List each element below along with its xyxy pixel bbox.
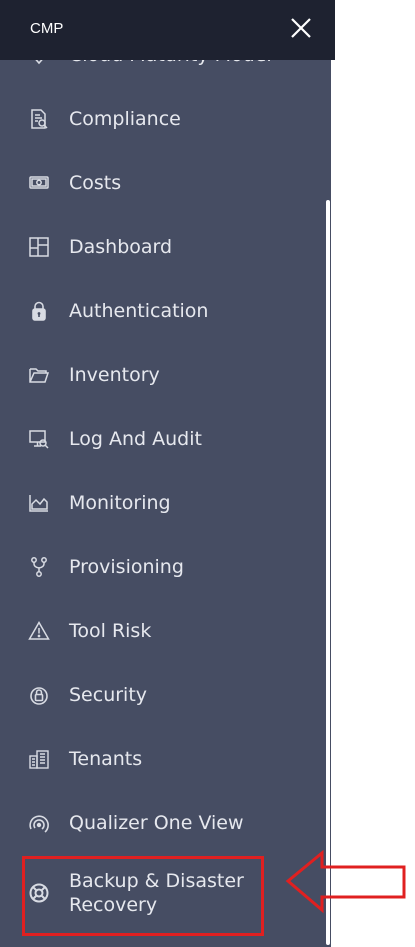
menu-item-log-and-audit[interactable]: Log And Audit <box>0 407 331 471</box>
lifebuoy-icon <box>28 882 50 904</box>
menu-item-label: Security <box>69 684 148 706</box>
fork-icon <box>28 556 50 578</box>
menu-item-label: Authentication <box>69 300 209 322</box>
drawer-header: CMP <box>0 0 331 60</box>
menu-item-label: Costs <box>69 172 122 194</box>
menu-item-label: Backup & Disaster Recovery <box>69 870 244 916</box>
menu-item-compliance[interactable]: Compliance <box>0 87 331 151</box>
menu-item-label: Provisioning <box>69 556 184 578</box>
radar-icon <box>28 812 50 834</box>
menu-item-label: Tool Risk <box>69 620 152 642</box>
menu-item-label: Qualizer One View <box>69 812 244 834</box>
menu-item-authentication[interactable]: Authentication <box>0 279 331 343</box>
menu-item-monitoring[interactable]: Monitoring <box>0 471 331 535</box>
menu-item-backup-disaster-recovery[interactable]: Backup & Disaster Recovery <box>0 855 331 931</box>
warning-icon <box>28 620 50 642</box>
page: Cloud Maturity Model Compliance <box>0 0 415 947</box>
lock-icon <box>28 300 50 322</box>
menu-item-label: Tenants <box>69 748 143 770</box>
costs-icon <box>28 172 50 194</box>
menu-item-label: Inventory <box>69 364 160 386</box>
header-edge <box>331 0 335 60</box>
log-audit-icon <box>28 428 50 450</box>
menu-item-label: Dashboard <box>69 236 173 258</box>
menu-item-provisioning[interactable]: Provisioning <box>0 535 331 599</box>
menu-item-label: Monitoring <box>69 492 171 514</box>
menu-list: Cloud Maturity Model Compliance <box>0 23 331 931</box>
close-icon[interactable] <box>288 15 314 41</box>
navigation-drawer: Cloud Maturity Model Compliance <box>0 0 331 947</box>
menu-item-inventory[interactable]: Inventory <box>0 343 331 407</box>
menu-item-tool-risk[interactable]: Tool Risk <box>0 599 331 663</box>
scrollbar[interactable] <box>326 200 330 945</box>
app-title: CMP <box>30 20 64 37</box>
menu-item-dashboard[interactable]: Dashboard <box>0 215 331 279</box>
security-icon <box>28 684 50 706</box>
area-chart-icon <box>28 492 50 514</box>
menu-item-qualizer-one-view[interactable]: Qualizer One View <box>0 791 331 855</box>
tenants-icon <box>28 748 50 770</box>
menu-item-costs[interactable]: Costs <box>0 151 331 215</box>
folder-open-icon <box>28 364 50 386</box>
menu-item-label: Compliance <box>69 108 181 130</box>
dashboard-icon <box>28 236 50 258</box>
menu-item-security[interactable]: Security <box>0 663 331 727</box>
compliance-icon <box>28 108 50 130</box>
menu-item-tenants[interactable]: Tenants <box>0 727 331 791</box>
menu-item-label: Log And Audit <box>69 428 202 450</box>
